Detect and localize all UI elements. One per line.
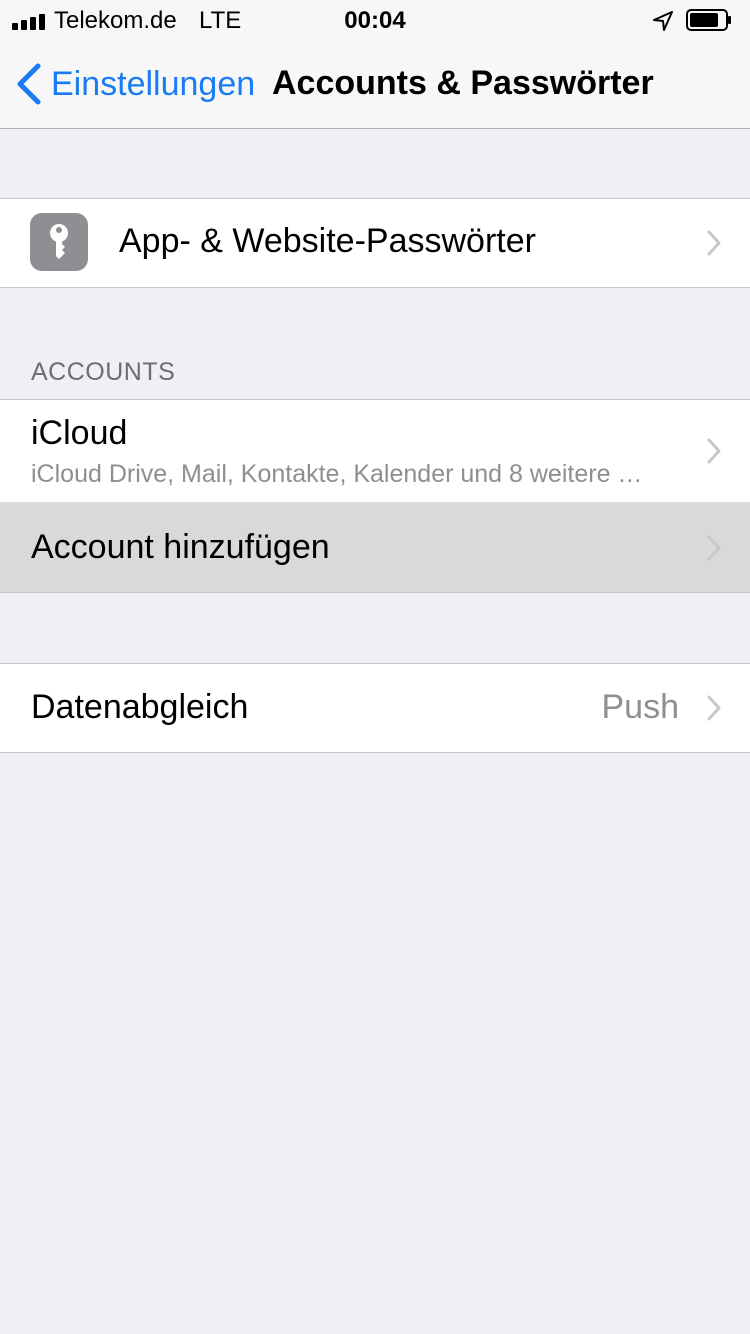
- fetch-data-value: Push: [601, 688, 680, 726]
- location-arrow-icon: [653, 11, 673, 31]
- page-title: Accounts & Passwörter: [272, 64, 654, 102]
- chevron-right-icon: [707, 535, 721, 561]
- passwords-group: App- & Website-Passwörter: [0, 198, 750, 288]
- icloud-title: iCloud: [31, 414, 128, 452]
- chevron-right-icon: [707, 438, 721, 464]
- accounts-group: iCloud iCloud Drive, Mail, Kontakte, Kal…: [0, 399, 750, 593]
- chevron-right-icon: [707, 230, 721, 256]
- fetch-group: Datenabgleich Push: [0, 663, 750, 753]
- fetch-data-row[interactable]: Datenabgleich Push: [0, 664, 750, 752]
- fetch-data-label: Datenabgleich: [31, 688, 249, 726]
- icloud-account-row[interactable]: iCloud iCloud Drive, Mail, Kontakte, Kal…: [0, 400, 750, 502]
- key-icon: [30, 213, 88, 271]
- battery-icon: [686, 9, 731, 31]
- navigation-bar: Einstellungen Accounts & Passwörter: [0, 40, 750, 129]
- icloud-subtitle: iCloud Drive, Mail, Kontakte, Kalender u…: [31, 460, 643, 488]
- back-button-label: Einstellungen: [51, 64, 256, 103]
- add-account-row[interactable]: Account hinzufügen: [0, 502, 750, 592]
- passwords-row-label: App- & Website-Passwörter: [119, 222, 536, 260]
- app-website-passwords-row[interactable]: App- & Website-Passwörter: [0, 199, 750, 287]
- chevron-right-icon: [707, 695, 721, 721]
- back-button[interactable]: Einstellungen: [14, 40, 255, 128]
- add-account-label: Account hinzufügen: [31, 528, 330, 566]
- chevron-left-icon: [17, 63, 41, 105]
- accounts-section-header: ACCOUNTS: [31, 358, 176, 386]
- status-bar: Telekom.de LTE 00:04: [0, 0, 750, 40]
- status-time: 00:04: [344, 7, 406, 34]
